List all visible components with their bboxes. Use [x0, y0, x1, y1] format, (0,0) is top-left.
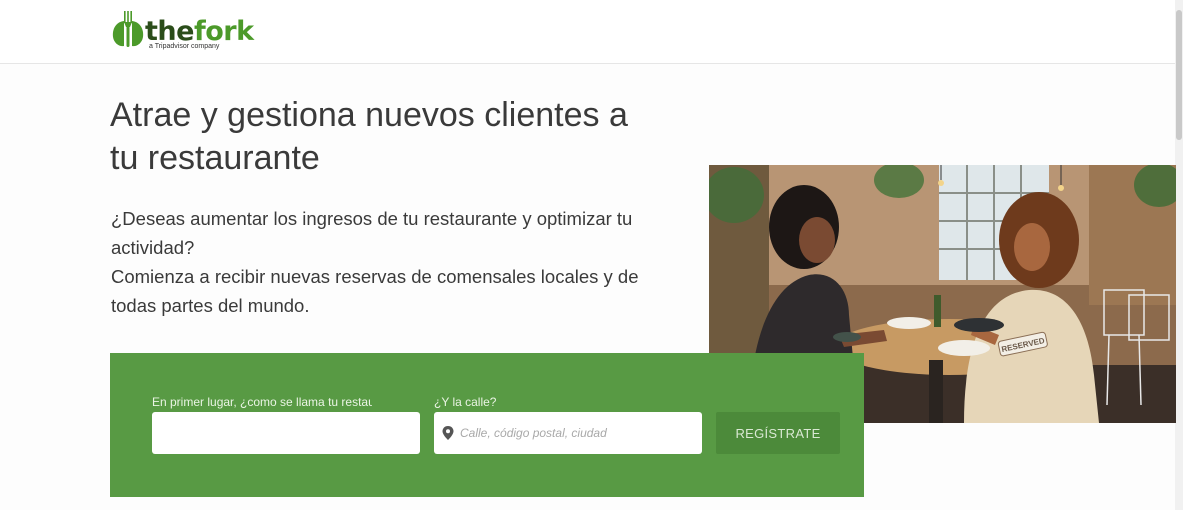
register-button[interactable]: REGÍSTRATE	[716, 412, 840, 454]
scrollbar-thumb[interactable]	[1176, 10, 1182, 140]
fork-logo-icon	[112, 11, 144, 47]
hero-description: ¿Deseas aumentar los ingresos de tu rest…	[111, 204, 651, 320]
thefork-logo[interactable]: thefork a Tripadvisor company	[112, 10, 254, 56]
logo-tagline: a Tripadvisor company	[149, 43, 220, 50]
hero-paragraph-2: Comienza a recibir nuevas reservas de co…	[111, 266, 639, 316]
hero-paragraph-1: ¿Deseas aumentar los ingresos de tu rest…	[111, 208, 633, 258]
signup-form: En primer lugar, ¿como se llama tu resta…	[110, 353, 864, 497]
street-label: ¿Y la calle?	[434, 395, 497, 409]
page-scrollbar[interactable]	[1175, 0, 1183, 510]
map-pin-icon	[442, 426, 454, 440]
hero-title: Atrae y gestiona nuevos clientes a tu re…	[110, 96, 628, 177]
top-header: thefork a Tripadvisor company	[0, 0, 1175, 64]
street-address-input[interactable]	[434, 412, 702, 454]
restaurant-name-input[interactable]	[152, 412, 420, 454]
